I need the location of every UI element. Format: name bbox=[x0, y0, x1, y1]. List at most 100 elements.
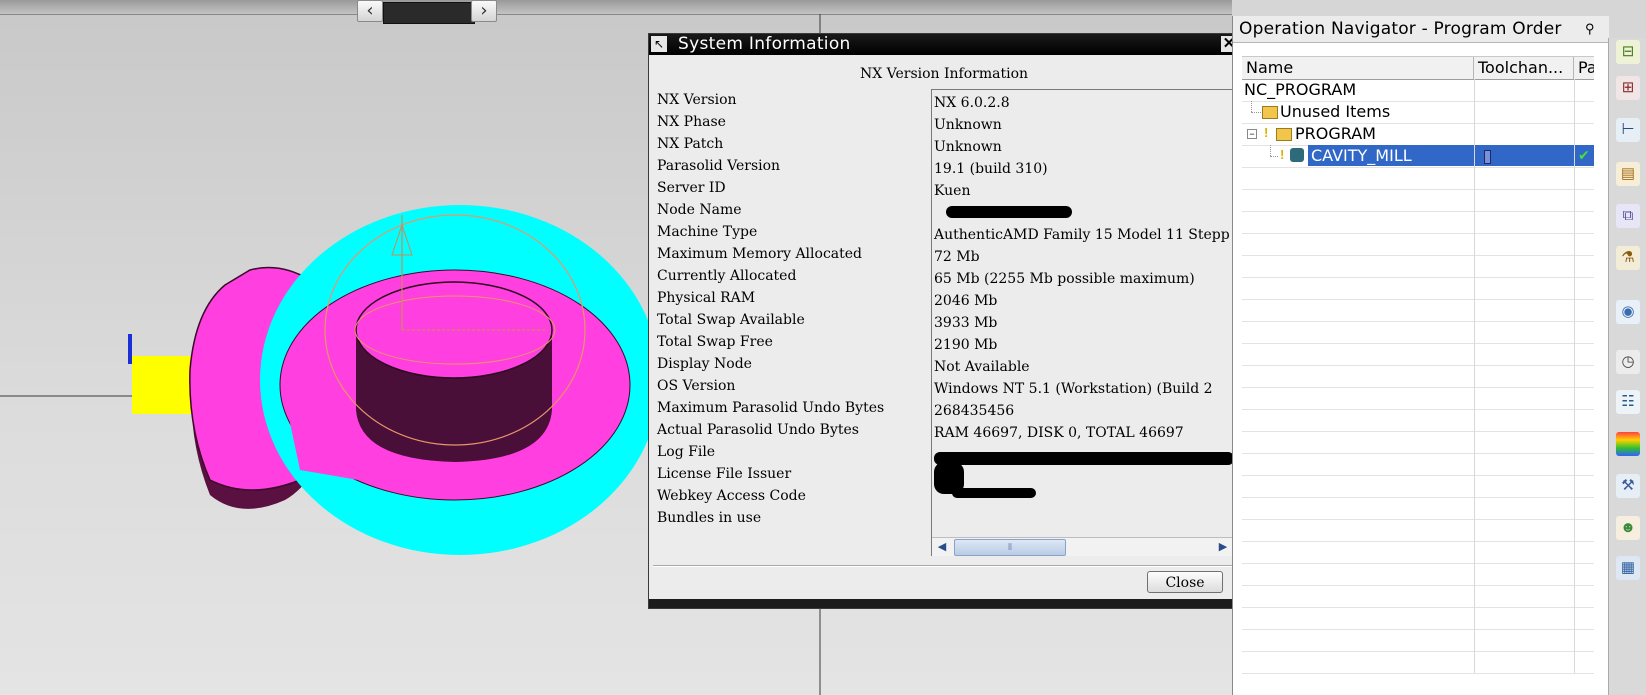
info-value: Unknown bbox=[934, 117, 1002, 133]
info-label: Server ID bbox=[657, 180, 726, 196]
tool-change-icon bbox=[1484, 150, 1491, 164]
navigator-header: Name Toolchan... Pat bbox=[1242, 56, 1594, 80]
column-header-path[interactable]: Pat bbox=[1574, 57, 1594, 79]
info-label: Node Name bbox=[657, 202, 742, 218]
info-value: 65 Mb (2255 Mb possible maximum) bbox=[934, 271, 1195, 287]
tree-row-label: Unused Items bbox=[1280, 102, 1391, 121]
empty-row bbox=[1242, 563, 1594, 586]
info-value bbox=[934, 466, 1230, 488]
info-heading: NX Version Information bbox=[859, 66, 1029, 82]
empty-row bbox=[1242, 167, 1594, 190]
info-value: 19.1 (build 310) bbox=[934, 161, 1048, 177]
info-label: Maximum Memory Allocated bbox=[657, 246, 863, 262]
visualization-icon[interactable]: ▦ bbox=[1616, 556, 1640, 580]
folder-icon bbox=[1262, 106, 1278, 119]
color-palette-icon[interactable] bbox=[1616, 432, 1640, 456]
status-key-icon: ! bbox=[1264, 125, 1269, 140]
method-view-icon[interactable]: ▤ bbox=[1616, 162, 1640, 186]
empty-row bbox=[1242, 299, 1594, 322]
info-value: 268435456 bbox=[934, 403, 1015, 419]
info-label: Parasolid Version bbox=[657, 158, 781, 174]
info-label: NX Patch bbox=[657, 136, 724, 152]
info-label: Physical RAM bbox=[657, 290, 756, 306]
redaction-mark bbox=[934, 452, 1233, 465]
scroll-left-arrow-icon[interactable]: ◀ bbox=[934, 539, 950, 555]
path-ok-check-icon: ✔ bbox=[1578, 148, 1590, 164]
empty-row bbox=[1242, 387, 1594, 410]
info-label: Currently Allocated bbox=[657, 268, 797, 284]
close-button[interactable]: Close bbox=[1147, 571, 1223, 593]
tree-row-label: NC_PROGRAM bbox=[1244, 80, 1357, 99]
empty-row bbox=[1242, 607, 1594, 630]
info-label: Webkey Access Code bbox=[657, 488, 806, 504]
empty-row bbox=[1242, 519, 1594, 542]
values-horizontal-scrollbar[interactable]: ◀ ⦀ ▶ bbox=[932, 537, 1233, 556]
info-value: 2046 Mb bbox=[934, 293, 998, 309]
tree-row-cavity-mill[interactable]: ! CAVITY_MILL ✔ bbox=[1242, 145, 1594, 168]
resource-bar: ⊟ ⊞ ⊢ ▤ ⧉ ⚗ ◉ ◷ ☷ ⚒ ☻ ▦ bbox=[1608, 38, 1646, 695]
info-labels: NX Version NX Phase NX Patch Parasolid V… bbox=[657, 89, 922, 529]
values-scroll-thumb[interactable]: ⦀ bbox=[954, 539, 1066, 556]
info-value: RAM 46697, DISK 0, TOTAL 46697 bbox=[934, 425, 1184, 441]
empty-row bbox=[1242, 189, 1594, 212]
navigator-titlebar: Operation Navigator - Program Order ⚲ bbox=[1233, 16, 1609, 43]
dialog-bottom-bar bbox=[649, 599, 1239, 608]
info-values-panel[interactable]: NX 6.0.2.8 Unknown Unknown 19.1 (build 3… bbox=[931, 89, 1233, 556]
empty-row bbox=[1242, 431, 1594, 454]
info-value: 72 Mb bbox=[934, 249, 980, 265]
empty-row bbox=[1242, 629, 1594, 652]
info-label: NX Version bbox=[657, 92, 737, 108]
empty-row bbox=[1242, 651, 1594, 674]
navigator-title: Operation Navigator - Program Order bbox=[1239, 19, 1562, 39]
info-label: NX Phase bbox=[657, 114, 726, 130]
tree-row-unused-items[interactable]: Unused Items bbox=[1242, 101, 1594, 124]
info-value: 3933 Mb bbox=[934, 315, 998, 331]
system-information-dialog: ↖ System Information ✕ NX Version Inform… bbox=[648, 33, 1240, 609]
redaction-mark bbox=[952, 488, 1036, 498]
roles-icon[interactable]: ☷ bbox=[1616, 390, 1640, 414]
history-icon[interactable]: ◷ bbox=[1616, 350, 1640, 374]
blue-marker bbox=[128, 334, 132, 364]
system-materials-icon[interactable]: ☻ bbox=[1616, 516, 1640, 540]
program-view-icon[interactable]: ⊟ bbox=[1616, 40, 1640, 64]
part-navigator-icon[interactable]: ⚗ bbox=[1616, 246, 1640, 270]
empty-row bbox=[1242, 211, 1594, 234]
info-label: Total Swap Available bbox=[657, 312, 805, 328]
manufacturing-wizard-icon[interactable]: ⚒ bbox=[1616, 474, 1640, 498]
info-label: Total Swap Free bbox=[657, 334, 773, 350]
empty-row bbox=[1242, 453, 1594, 476]
geometry-view-icon[interactable]: ⊢ bbox=[1616, 118, 1640, 142]
dialog-titlebar[interactable]: ↖ System Information ✕ bbox=[649, 34, 1239, 55]
empty-row bbox=[1242, 585, 1594, 608]
machine-tool-view-icon[interactable]: ⊞ bbox=[1616, 76, 1640, 100]
empty-row bbox=[1242, 343, 1594, 366]
empty-row bbox=[1242, 409, 1594, 432]
dialog-pin-icon[interactable]: ↖ bbox=[651, 36, 667, 52]
cavity-mill-operation-icon bbox=[1290, 148, 1304, 162]
info-label: License File Issuer bbox=[657, 466, 792, 482]
operation-navigator: Operation Navigator - Program Order ⚲ Na… bbox=[1232, 16, 1609, 695]
empty-row bbox=[1242, 277, 1594, 300]
empty-row bbox=[1242, 233, 1594, 256]
info-value: Windows NT 5.1 (Workstation) (Build 2 bbox=[934, 381, 1213, 397]
reuse-library-icon[interactable]: ◉ bbox=[1616, 300, 1640, 324]
assembly-navigator-icon[interactable]: ⧉ bbox=[1616, 204, 1640, 228]
scroll-right-arrow-icon[interactable]: ▶ bbox=[1215, 539, 1231, 555]
folder-icon bbox=[1276, 128, 1292, 141]
info-label: OS Version bbox=[657, 378, 736, 394]
empty-row bbox=[1242, 255, 1594, 278]
empty-row bbox=[1242, 497, 1594, 520]
info-label: Bundles in use bbox=[657, 510, 762, 526]
info-value: Not Available bbox=[934, 359, 1030, 375]
tree-row-label: PROGRAM bbox=[1295, 124, 1376, 143]
tree-row-nc-program[interactable]: NC_PROGRAM bbox=[1242, 79, 1594, 102]
column-header-name[interactable]: Name bbox=[1242, 57, 1474, 79]
info-label: Maximum Parasolid Undo Bytes bbox=[657, 400, 885, 416]
info-label: Actual Parasolid Undo Bytes bbox=[657, 422, 859, 438]
collapse-toggle-icon[interactable]: − bbox=[1247, 129, 1257, 139]
tree-row-program[interactable]: − ! PROGRAM bbox=[1242, 123, 1594, 146]
dialog-separator bbox=[653, 565, 1235, 567]
column-header-toolchange[interactable]: Toolchan... bbox=[1474, 57, 1574, 79]
info-label: Display Node bbox=[657, 356, 752, 372]
navigator-pin-icon[interactable]: ⚲ bbox=[1585, 21, 1595, 37]
